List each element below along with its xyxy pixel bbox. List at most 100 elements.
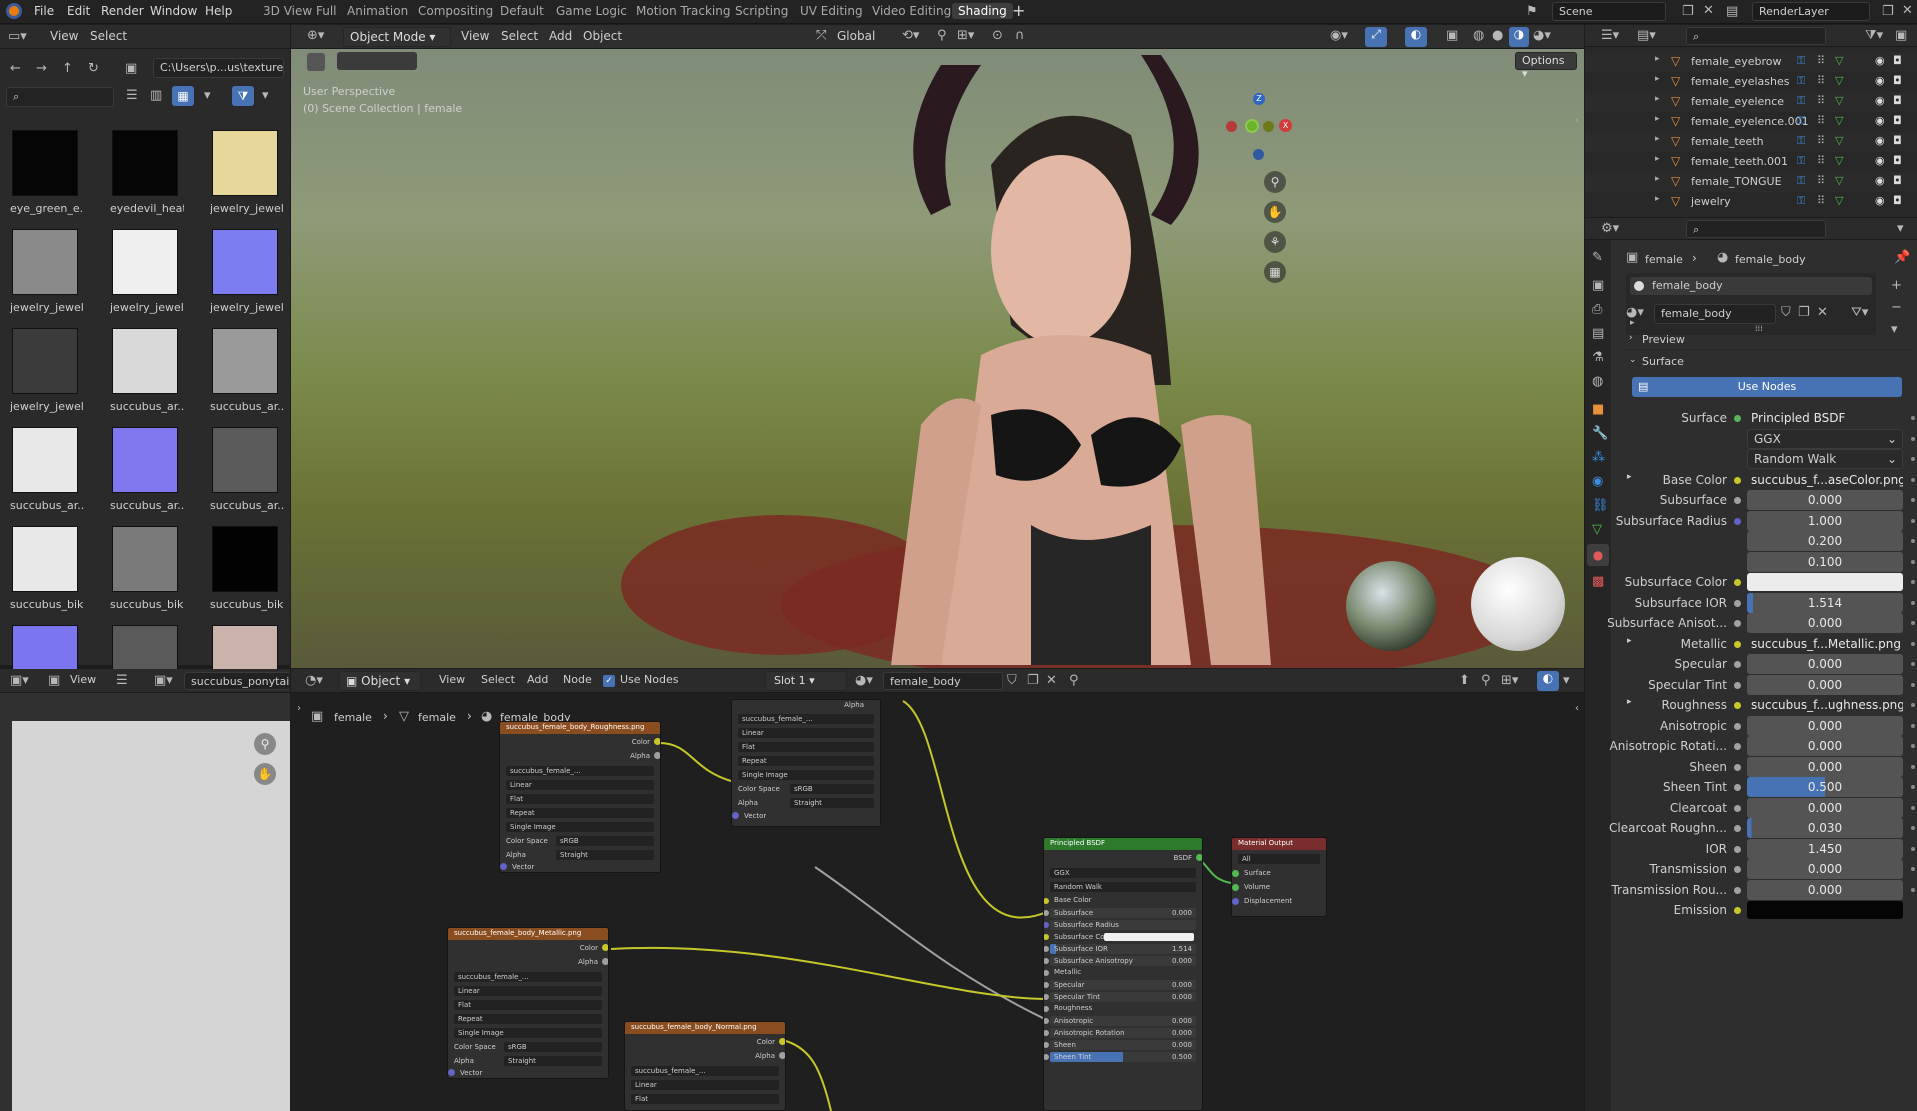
modifier-tab-icon[interactable]: 🔧 [1592, 426, 1608, 441]
render-camera-icon[interactable]: ◘ [1893, 154, 1902, 167]
bsdf-input-field[interactable]: Specular Tint 0.000 [1050, 992, 1196, 1002]
tab-video-editing[interactable]: Video Editing [872, 4, 951, 18]
vector-socket[interactable] [448, 1069, 455, 1076]
vector-socket[interactable] [500, 863, 507, 870]
vertical-list-icon[interactable]: ☰ [126, 88, 138, 103]
modifier-icon[interactable]: ⚿ [1797, 154, 1805, 168]
bsdf-input-socket[interactable] [1044, 910, 1049, 916]
number-field[interactable]: 0.000 [1747, 613, 1903, 633]
keyframe-dot[interactable] [1911, 764, 1915, 769]
socket-dot[interactable] [1734, 763, 1741, 771]
alpha-mode-dropdown[interactable]: Straight [504, 1056, 602, 1066]
keyframe-dot[interactable] [1911, 498, 1915, 502]
keyframe-dot[interactable] [1911, 416, 1915, 420]
projection-dropdown[interactable]: Flat [631, 1094, 779, 1104]
expand-arrow-icon[interactable]: ▸ [1655, 94, 1660, 104]
bsdf-input-socket[interactable] [1044, 982, 1049, 988]
modifier-icon[interactable]: ⚿ [1797, 134, 1805, 148]
physics-tab-icon[interactable]: ◉ [1592, 474, 1603, 489]
keyframe-dot[interactable] [1911, 887, 1915, 892]
tab-motion-tracking[interactable]: Motion Tracking [636, 4, 730, 18]
bsdf-input-socket[interactable] [1044, 970, 1049, 976]
bsdf-input-field[interactable]: Subsurface Colo [1050, 932, 1196, 942]
number-field[interactable]: 0.200 [1747, 531, 1903, 551]
output-tab-icon[interactable]: ⎙ [1592, 302, 1602, 317]
keyframe-dot[interactable] [1911, 539, 1915, 543]
linked-input[interactable]: succubus_f...Metallic.png [1747, 634, 1903, 654]
normal-image-node[interactable]: succubus_female_body_Normal.png Color Al… [624, 1021, 786, 1111]
modifier-icon[interactable]: ⚿ [1797, 94, 1805, 108]
displacement-socket[interactable] [1232, 898, 1239, 905]
socket-dot[interactable] [1734, 866, 1741, 873]
render-camera-icon[interactable]: ◘ [1893, 114, 1902, 127]
image-datablock[interactable]: succubus_female_... [454, 972, 602, 982]
texture-thumbnail[interactable] [12, 526, 78, 592]
color-swatch[interactable] [1747, 573, 1903, 591]
outliner-item[interactable]: ▸ ▽ female_teeth ⚿ ⠿ ▽ ◉ ◘ [1585, 132, 1917, 152]
alpha-socket[interactable] [779, 1052, 785, 1059]
sidebar-toggle-icon[interactable]: ‹ [1575, 115, 1579, 126]
render-camera-icon[interactable]: ◘ [1893, 54, 1902, 67]
axis-neg-x-icon[interactable] [1226, 121, 1237, 132]
distribution-dropdown[interactable]: GGX [1050, 868, 1196, 878]
color-socket[interactable] [779, 1038, 785, 1045]
tab-shading[interactable]: Shading [952, 3, 1013, 19]
socket-dot[interactable] [1734, 579, 1741, 586]
alpha-socket[interactable] [654, 752, 660, 759]
image-datablock[interactable]: succubus_female_... [631, 1066, 779, 1076]
keyframe-dot[interactable] [1911, 641, 1915, 646]
outliner-item[interactable]: ▸ ▽ female_eyelence.001 ⚿ ⠿ ▽ ◉ ◘ [1585, 112, 1917, 132]
outliner-editor-icon[interactable]: ☰▾ [1601, 28, 1619, 43]
keyframe-dot[interactable] [1911, 436, 1915, 441]
new-collection-icon[interactable]: ▣ [1895, 28, 1907, 43]
duplicate-material-icon[interactable]: ❐ [1798, 305, 1810, 320]
socket-dot[interactable] [1734, 886, 1741, 894]
outliner-item[interactable]: ▸ ▽ female_eyebrow ⚿ ⠿ ▽ ◉ ◘ [1585, 52, 1917, 72]
render-tab-icon[interactable]: ▣ [1592, 278, 1604, 293]
mesh-data-icon[interactable]: ▽ [1835, 174, 1843, 187]
mesh-data-icon[interactable]: ▽ [1835, 74, 1843, 87]
material-name-field[interactable]: female_body [1654, 304, 1776, 324]
outliner-item[interactable]: ▸ ▽ female_teeth.001 ⚿ ⠿ ▽ ◉ ◘ [1585, 152, 1917, 172]
socket-dot[interactable] [1734, 661, 1741, 668]
thumbnails-view-icon[interactable]: ▦ [172, 86, 194, 106]
fake-user-icon[interactable]: ⛉ [1781, 305, 1791, 320]
keyframe-dot[interactable] [1911, 846, 1915, 851]
socket-dot[interactable] [1734, 702, 1741, 709]
extension-dropdown[interactable]: Repeat [454, 1014, 602, 1024]
socket-dot[interactable] [1734, 907, 1741, 914]
display-settings-icon[interactable]: ▾ [204, 88, 211, 103]
render-layer-field[interactable]: RenderLayer [1752, 2, 1870, 21]
bsdf-input-field[interactable]: Sheen 0.000 [1050, 1040, 1196, 1050]
keyframe-dot[interactable] [1911, 744, 1915, 748]
extension-dropdown[interactable]: Repeat [506, 808, 654, 818]
tab-3d-view-full[interactable]: 3D View Full [263, 4, 337, 18]
vertex-groups-icon[interactable]: ⠿ [1817, 94, 1825, 107]
socket-dot[interactable] [1734, 825, 1741, 832]
image-mode-icon[interactable]: ▣ [48, 673, 60, 688]
socket-dot[interactable] [1734, 804, 1741, 812]
number-field[interactable]: 0.000 [1747, 879, 1903, 900]
refresh-icon[interactable]: ↻ [88, 61, 99, 76]
keyframe-dot[interactable] [1911, 682, 1915, 687]
keyframe-dot[interactable] [1911, 477, 1915, 482]
preview-section-header[interactable]: › Preview [1626, 330, 1910, 350]
data-tab-icon[interactable]: ▽ [1592, 522, 1602, 537]
render-camera-icon[interactable]: ◘ [1893, 134, 1902, 147]
vertex-groups-icon[interactable]: ⠿ [1817, 194, 1825, 207]
remove-scene-icon[interactable]: ✕ [1703, 3, 1714, 18]
keyframe-dot[interactable] [1911, 785, 1915, 789]
remove-layer-icon[interactable]: ✕ [1902, 3, 1913, 18]
texture-thumbnail[interactable] [12, 328, 78, 394]
number-field[interactable]: 0.000 [1747, 674, 1903, 695]
path-field[interactable]: C:\Users\p...us\textures\ [153, 58, 284, 78]
extension-dropdown[interactable]: Repeat [738, 756, 874, 766]
alpha-mode-dropdown[interactable]: Straight [790, 798, 874, 808]
linked-input[interactable]: Principled BSDF [1747, 408, 1903, 428]
tab-animation[interactable]: Animation [347, 4, 408, 18]
texture-thumbnail[interactable] [212, 328, 278, 394]
modifier-icon[interactable]: ⚿ [1797, 74, 1805, 88]
number-field[interactable]: 1.450 [1747, 838, 1903, 859]
alpha-mode-dropdown[interactable]: Straight [556, 850, 654, 860]
bsdf-input-socket[interactable] [1044, 1042, 1049, 1048]
